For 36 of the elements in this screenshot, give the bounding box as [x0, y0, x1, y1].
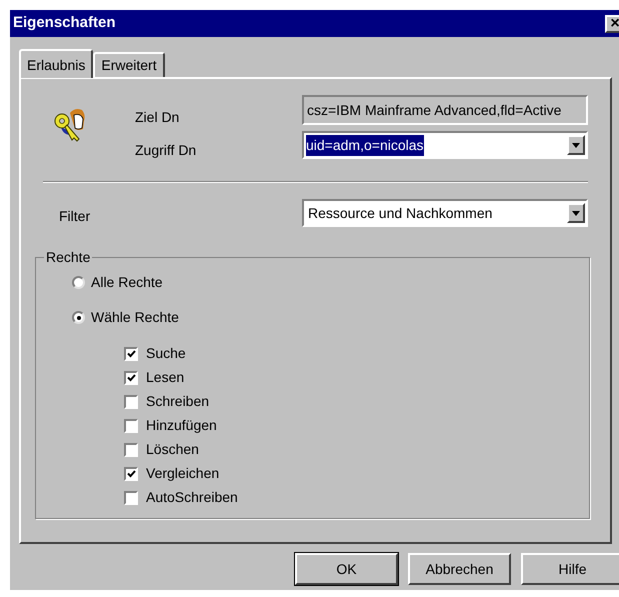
checkbox-label: Suche — [146, 344, 186, 363]
checkbox[interactable] — [124, 442, 138, 456]
close-button[interactable]: × — [605, 14, 619, 32]
checkbox-label: Schreiben — [146, 392, 210, 411]
combo-value: uid=adm,o=nicolas — [306, 134, 424, 156]
checkbox[interactable] — [124, 394, 138, 408]
checkbox[interactable] — [124, 466, 138, 480]
access-dn-combo[interactable]: uid=adm,o=nicolas — [302, 131, 588, 159]
field-label: Ziel Dn — [135, 108, 180, 127]
field-label: Zugriff Dn — [135, 141, 196, 160]
dialog-button[interactable]: Abbrechen — [408, 553, 511, 585]
caret-icon — [572, 142, 580, 148]
checkbox[interactable] — [124, 418, 138, 432]
dialog-button[interactable]: OK — [295, 553, 398, 585]
filter-combo[interactable]: Ressource und Nachkommen — [302, 199, 588, 227]
radio-label: Wähle Rechte — [91, 308, 179, 327]
target-dn-field[interactable]: csz=IBM Mainframe Advanced,fld=Active — [302, 95, 588, 125]
tab[interactable]: Erweitert — [93, 52, 165, 77]
checkbox-label: AutoSchreiben — [146, 488, 238, 507]
checkbox-label: Löschen — [146, 440, 199, 459]
dropdown-button[interactable] — [567, 135, 585, 155]
dialog-button[interactable]: Hilfe — [521, 553, 619, 585]
radio-button[interactable] — [72, 276, 85, 289]
checkbox-label: Vergleichen — [146, 464, 220, 483]
dropdown-button[interactable] — [567, 203, 585, 223]
caret-icon — [572, 210, 580, 216]
tab[interactable]: Erlaubnis — [19, 49, 94, 78]
checkbox[interactable] — [124, 370, 138, 384]
field-label: Filter — [59, 206, 90, 226]
checkbox[interactable] — [124, 490, 138, 504]
checkbox[interactable] — [124, 346, 138, 360]
checkbox-label: Lesen — [146, 368, 184, 387]
radio-button[interactable] — [72, 311, 85, 324]
radio-label: Alle Rechte — [91, 273, 163, 292]
checkbox-label: Hinzufügen — [146, 416, 217, 435]
window-title: Eigenschaften — [13, 13, 116, 34]
